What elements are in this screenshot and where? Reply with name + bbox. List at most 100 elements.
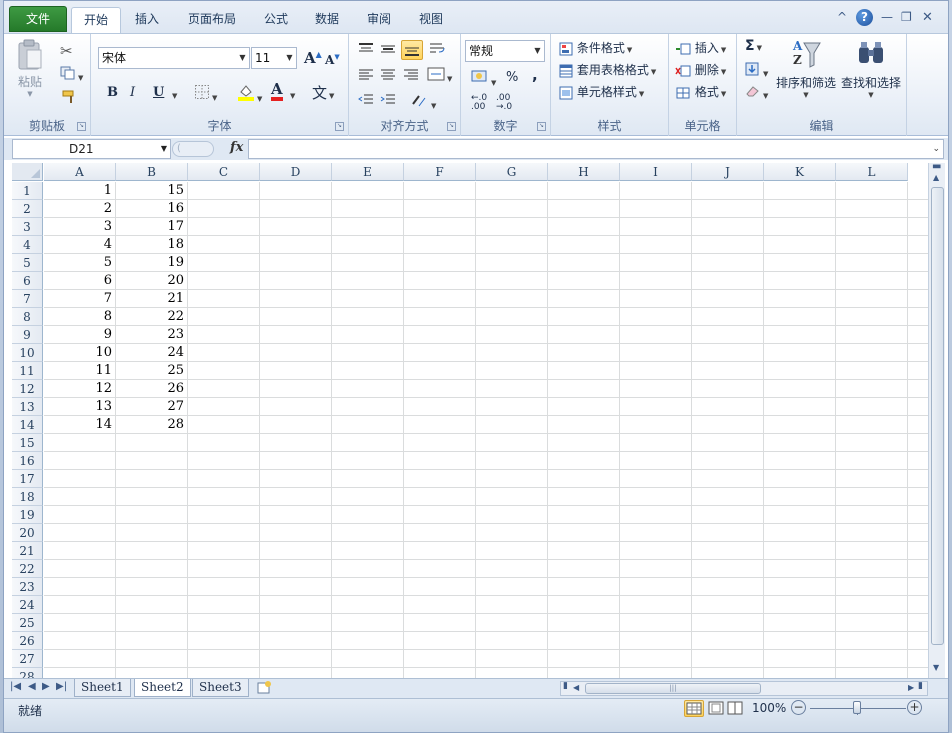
sheet-tab-sheet3[interactable]: Sheet3: [192, 679, 249, 697]
find-select-button[interactable]: 查找和选择 ▼: [840, 37, 902, 99]
cell-a4[interactable]: 4: [44, 236, 115, 254]
sheet-tab-sheet1[interactable]: Sheet1: [74, 679, 131, 697]
increase-indent-button[interactable]: [380, 93, 396, 110]
zoom-out-button[interactable]: −: [791, 700, 806, 715]
cell-b1[interactable]: 15: [116, 182, 187, 200]
cell-b3[interactable]: 17: [116, 218, 187, 236]
page-break-view-button[interactable]: [727, 701, 743, 718]
name-box[interactable]: D21 ▼: [12, 139, 171, 159]
autosum-button[interactable]: Σ ▼: [745, 38, 762, 54]
row-header[interactable]: 13: [12, 398, 43, 416]
accounting-format-button[interactable]: ▼: [471, 69, 496, 88]
decrease-indent-button[interactable]: [358, 93, 374, 110]
shrink-font-button[interactable]: A▼: [325, 52, 340, 67]
row-header[interactable]: 16: [12, 452, 43, 470]
bold-button[interactable]: B: [107, 85, 118, 100]
insert-worksheet-button[interactable]: [256, 680, 272, 698]
row-header[interactable]: 8: [12, 308, 43, 326]
row-header[interactable]: 6: [12, 272, 43, 290]
cell-b8[interactable]: 22: [116, 308, 187, 326]
underline-button[interactable]: U: [153, 85, 164, 100]
column-header[interactable]: J: [692, 163, 764, 181]
zoom-in-button[interactable]: +: [907, 700, 922, 715]
align-top-button[interactable]: [358, 42, 374, 59]
comma-button[interactable]: ,: [532, 66, 538, 84]
tab-data[interactable]: 数据: [307, 7, 347, 33]
last-sheet-icon[interactable]: ▶|: [56, 681, 67, 692]
grow-font-button[interactable]: A▲: [304, 49, 322, 67]
format-painter-button[interactable]: [61, 89, 77, 108]
tab-home[interactable]: 开始: [71, 7, 121, 36]
cell-a7[interactable]: 7: [44, 290, 115, 308]
number-format-combo[interactable]: 常规 ▼: [465, 40, 545, 62]
phonetic-button[interactable]: 文 ▼: [312, 82, 334, 103]
next-sheet-icon[interactable]: ▶: [42, 681, 50, 692]
formula-bar-splitter[interactable]: (: [172, 141, 214, 157]
cell-a3[interactable]: 3: [44, 218, 115, 236]
row-header[interactable]: 4: [12, 236, 43, 254]
row-header[interactable]: 24: [12, 596, 43, 614]
help-icon[interactable]: ?: [856, 9, 873, 26]
tab-page-layout[interactable]: 页面布局: [180, 7, 244, 33]
first-sheet-icon[interactable]: |◀: [10, 681, 21, 692]
clear-button[interactable]: ▼: [745, 84, 768, 101]
clipboard-launcher-icon[interactable]: ↘: [77, 122, 86, 131]
zoom-slider-thumb[interactable]: [853, 701, 861, 714]
row-header[interactable]: 11: [12, 362, 43, 380]
minimize-ribbon-icon[interactable]: ^: [837, 10, 847, 24]
cell-b12[interactable]: 26: [116, 380, 187, 398]
align-bottom-button[interactable]: [401, 40, 423, 60]
paste-button[interactable]: 粘贴 ▼: [14, 38, 46, 98]
cell-b6[interactable]: 20: [116, 272, 187, 290]
borders-button[interactable]: ▼: [194, 84, 217, 103]
scroll-right-icon[interactable]: ▶: [908, 683, 914, 692]
cell-a5[interactable]: 5: [44, 254, 115, 272]
minimize-icon[interactable]: —: [881, 10, 893, 24]
delete-cells-button[interactable]: 删除 ▼: [675, 61, 726, 78]
column-header[interactable]: K: [764, 163, 836, 181]
horizontal-scrollbar[interactable]: ▮ ◀ ||| ▶ ▮: [560, 681, 928, 696]
cell-b4[interactable]: 18: [116, 236, 187, 254]
cell-a13[interactable]: 13: [44, 398, 115, 416]
row-header[interactable]: 7: [12, 290, 43, 308]
column-header[interactable]: I: [620, 163, 692, 181]
row-header[interactable]: 18: [12, 488, 43, 506]
cell-a6[interactable]: 6: [44, 272, 115, 290]
font-color-dropdown-icon[interactable]: ▼: [288, 87, 295, 101]
split-box-icon[interactable]: ▮: [918, 681, 923, 691]
worksheet-grid[interactable]: A B C D E F G H I J K L 1 2 3 4 5 6 7 8 9 10 11 12 13 14 15 16 17 18 1…: [12, 163, 928, 678]
orientation-button[interactable]: [429, 42, 445, 59]
column-header[interactable]: A: [44, 163, 116, 181]
cell-b11[interactable]: 25: [116, 362, 187, 380]
alignment-launcher-icon[interactable]: ↘: [447, 122, 456, 131]
restore-icon[interactable]: ❐: [901, 10, 912, 24]
cell-a2[interactable]: 2: [44, 200, 115, 218]
column-header[interactable]: G: [476, 163, 548, 181]
font-color-button[interactable]: A: [271, 81, 283, 101]
row-header[interactable]: 23: [12, 578, 43, 596]
column-header[interactable]: D: [260, 163, 332, 181]
row-header[interactable]: 12: [12, 380, 43, 398]
underline-dropdown-icon[interactable]: ▼: [170, 87, 177, 101]
cell-a8[interactable]: 8: [44, 308, 115, 326]
cell-b7[interactable]: 21: [116, 290, 187, 308]
text-angle-button[interactable]: ▼: [411, 92, 436, 111]
tab-file[interactable]: 文件: [9, 6, 67, 32]
expand-formula-icon[interactable]: ⌄: [932, 140, 940, 158]
font-launcher-icon[interactable]: ↘: [335, 122, 344, 131]
cell-b13[interactable]: 27: [116, 398, 187, 416]
column-header[interactable]: E: [332, 163, 404, 181]
decrease-decimal-button[interactable]: .00 →.0: [496, 94, 512, 112]
number-launcher-icon[interactable]: ↘: [537, 122, 546, 131]
align-right-button[interactable]: [403, 68, 419, 85]
tab-insert[interactable]: 插入: [125, 7, 169, 33]
column-header[interactable]: B: [116, 163, 188, 181]
format-cells-button[interactable]: 格式 ▼: [675, 83, 726, 100]
align-middle-button[interactable]: [380, 42, 396, 59]
row-header[interactable]: 20: [12, 524, 43, 542]
row-header[interactable]: 15: [12, 434, 43, 452]
cell-b9[interactable]: 23: [116, 326, 187, 344]
percent-button[interactable]: %: [506, 70, 518, 85]
row-header[interactable]: 22: [12, 560, 43, 578]
row-header[interactable]: 2: [12, 200, 43, 218]
